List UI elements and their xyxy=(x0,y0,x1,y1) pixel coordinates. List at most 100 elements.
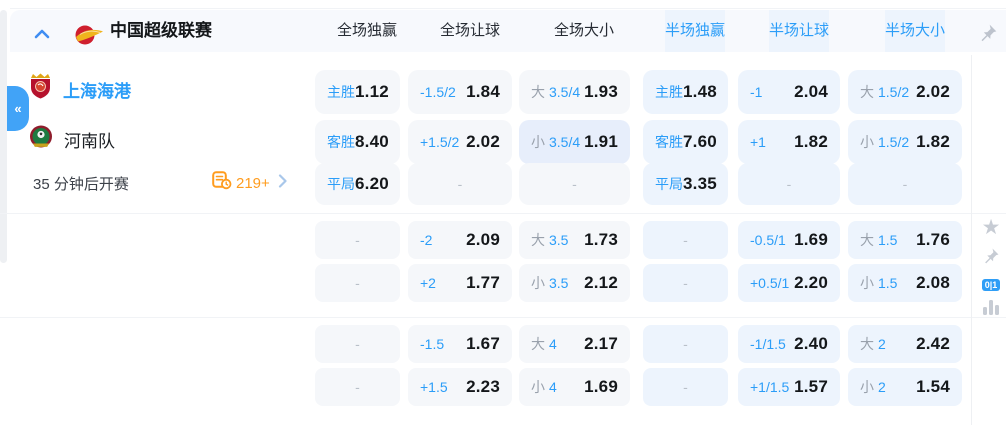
chevron-right-icon xyxy=(278,174,287,193)
pick-label: 客胜 xyxy=(327,132,355,152)
away-team-name[interactable]: 河南队 xyxy=(64,127,115,152)
ou-prefix: 大 xyxy=(531,230,545,250)
odds-cell-ft-1x2-alt2[interactable]: - xyxy=(315,368,400,406)
odds-cell-ht-handicap-away[interactable]: +11.82 xyxy=(738,120,840,164)
odds-value: 1.67 xyxy=(466,334,500,354)
league-logo-icon xyxy=(74,23,104,52)
odds-cell-ft-1x2-home[interactable]: 主胜1.12 xyxy=(315,70,400,114)
odds-cell-ht-handicap-alt2-away[interactable]: +1/1.51.57 xyxy=(738,368,840,406)
odds-cell-ft-1x2-alt[interactable]: - xyxy=(315,264,400,302)
odds-cell-ft-handicap-alt-home[interactable]: -22.09 xyxy=(408,221,512,259)
odds-cell-ft-under-alt[interactable]: 小3.52.12 xyxy=(519,264,630,302)
odds-cell-ft-over-alt[interactable]: 大3.51.73 xyxy=(519,221,630,259)
no-odds-dash: - xyxy=(655,275,716,291)
odds-cell-ht-over[interactable]: 大1.5/22.02 xyxy=(848,70,962,114)
odds-cell-ft-handicap-away[interactable]: +1.5/2 2.02 xyxy=(408,120,512,164)
kickoff-countdown: 35 分钟后开赛 xyxy=(33,168,129,198)
odds-cell-ht-1x2-alt2[interactable]: - xyxy=(643,368,728,406)
odds-value: 1.69 xyxy=(584,377,618,397)
odds-cell-ht-1x2-alt2[interactable]: - xyxy=(643,325,728,363)
total-line: 1.5 xyxy=(878,232,897,248)
odds-cell-ht-1x2-draw[interactable]: 平局3.35 xyxy=(643,163,728,205)
handicap-line: -1.5 xyxy=(420,336,444,352)
right-rail-divider xyxy=(971,55,972,425)
bar-chart-icon[interactable] xyxy=(983,300,999,315)
odds-value: 1.76 xyxy=(916,230,950,250)
no-odds-dash: - xyxy=(750,176,828,192)
league-header-bar: 中国超级联赛 全场独赢 全场让球 全场大小 半场独赢 半场让球 半场大小 xyxy=(10,10,1006,52)
odds-value: 1.91 xyxy=(584,132,618,152)
group-divider xyxy=(0,213,1006,214)
odds-cell-ht-1x2-alt[interactable]: - xyxy=(643,221,728,259)
ou-prefix: 小 xyxy=(860,377,874,397)
odds-cell-ht-under[interactable]: 小1.5/21.82 xyxy=(848,120,962,164)
odds-cell-ht-handicap-alt2-home[interactable]: -1/1.52.40 xyxy=(738,325,840,363)
odds-cell-ht-handicap-draw[interactable]: - xyxy=(738,163,840,205)
pushpin-icon[interactable] xyxy=(978,23,998,48)
odds-cell-ht-over-alt[interactable]: 大1.5 1.76 xyxy=(848,221,962,259)
odds-value: 2.20 xyxy=(794,273,828,293)
odds-cell-ft-1x2-draw[interactable]: 平局6.20 xyxy=(315,163,400,205)
home-team-row[interactable]: 上海海港 xyxy=(28,74,131,104)
odds-value: 1.82 xyxy=(794,132,828,152)
odds-cell-ft-over-alt2[interactable]: 大42.17 xyxy=(519,325,630,363)
odds-cell-ht-handicap-home[interactable]: -12.04 xyxy=(738,70,840,114)
odds-cell-ht-over-alt2[interactable]: 大22.42 xyxy=(848,325,962,363)
odds-cell-ft-under-alt2[interactable]: 小41.69 xyxy=(519,368,630,406)
handicap-line: +0.5/1 xyxy=(750,275,789,291)
column-header-ft-handicap: 全场让球 xyxy=(440,10,500,52)
handicap-line: -1.5/2 xyxy=(420,84,456,100)
collapse-sidebar-glyph: « xyxy=(14,101,21,116)
column-header-ft-1x2: 全场独赢 xyxy=(337,10,397,52)
odds-cell-ht-1x2-away[interactable]: 客胜7.60 xyxy=(643,120,728,164)
ou-prefix: 大 xyxy=(860,334,874,354)
top-divider xyxy=(10,8,1006,9)
odds-cell-ft-over[interactable]: 大3.5/41.93 xyxy=(519,70,630,114)
odds-cell-ht-handicap-alt-away[interactable]: +0.5/1 2.20 xyxy=(738,264,840,302)
odds-cell-ft-handicap-alt-away[interactable]: +21.77 xyxy=(408,264,512,302)
total-line: 2 xyxy=(878,379,886,395)
odds-cell-ft-1x2-away[interactable]: 客胜8.40 xyxy=(315,120,400,164)
odds-cell-ft-handicap-draw[interactable]: - xyxy=(408,163,512,205)
odds-cell-ft-handicap-alt2-home[interactable]: -1.5 1.67 xyxy=(408,325,512,363)
home-team-name[interactable]: 上海海港 xyxy=(63,77,131,102)
odds-value: 2.04 xyxy=(794,82,828,102)
odds-cell-ft-1x2-alt2[interactable]: - xyxy=(315,325,400,363)
ou-prefix: 大 xyxy=(860,230,874,250)
left-scrollbar-track[interactable] xyxy=(0,10,7,263)
handicap-line: -2 xyxy=(420,232,432,248)
more-markets-link[interactable]: 219+ xyxy=(212,168,287,198)
odds-value: 2.17 xyxy=(584,334,618,354)
odds-cell-ht-1x2-alt[interactable]: - xyxy=(643,264,728,302)
odds-value: 7.60 xyxy=(683,132,717,152)
total-line: 3.5 xyxy=(549,232,568,248)
odds-cell-ht-handicap-alt-home[interactable]: -0.5/11.69 xyxy=(738,221,840,259)
column-header-ht-handicap: 半场让球 xyxy=(769,10,829,52)
odds-cell-ht-ou-draw[interactable]: - xyxy=(848,163,962,205)
odds-cell-ft-handicap-home[interactable]: -1.5/21.84 xyxy=(408,70,512,114)
odds-cell-ft-1x2-alt[interactable]: - xyxy=(315,221,400,259)
column-header-ht-1x2: 半场独赢 xyxy=(665,10,725,52)
pushpin-icon[interactable] xyxy=(982,247,1000,270)
odds-cell-ht-under-alt[interactable]: 小1.52.08 xyxy=(848,264,962,302)
odds-cell-ht-1x2-home[interactable]: 主胜1.48 xyxy=(643,70,728,114)
odds-value: 2.42 xyxy=(916,334,950,354)
odds-value: 2.02 xyxy=(466,132,500,152)
ou-prefix: 大 xyxy=(860,82,874,102)
handicap-line: +2 xyxy=(420,275,436,291)
star-icon[interactable]: ★ xyxy=(982,218,1001,238)
no-odds-dash: - xyxy=(327,379,388,395)
odds-value: 2.02 xyxy=(916,82,950,102)
collapse-sidebar-tab[interactable]: « xyxy=(7,86,29,131)
away-team-row[interactable]: 河南队 xyxy=(28,124,115,154)
odds-cell-ft-ou-draw[interactable]: - xyxy=(519,163,630,205)
odds-cell-ht-under-alt2[interactable]: 小21.54 xyxy=(848,368,962,406)
no-odds-dash: - xyxy=(531,176,618,192)
score-badge[interactable]: 0|1 xyxy=(982,279,1001,291)
handicap-line: +1.5/2 xyxy=(420,134,459,150)
no-odds-dash: - xyxy=(327,232,388,248)
odds-value: 3.35 xyxy=(683,174,717,194)
chevron-up-icon[interactable] xyxy=(34,26,50,44)
odds-cell-ft-handicap-alt2-away[interactable]: +1.52.23 xyxy=(408,368,512,406)
odds-cell-ft-under-highlighted[interactable]: 小3.5/41.91 xyxy=(519,120,630,164)
